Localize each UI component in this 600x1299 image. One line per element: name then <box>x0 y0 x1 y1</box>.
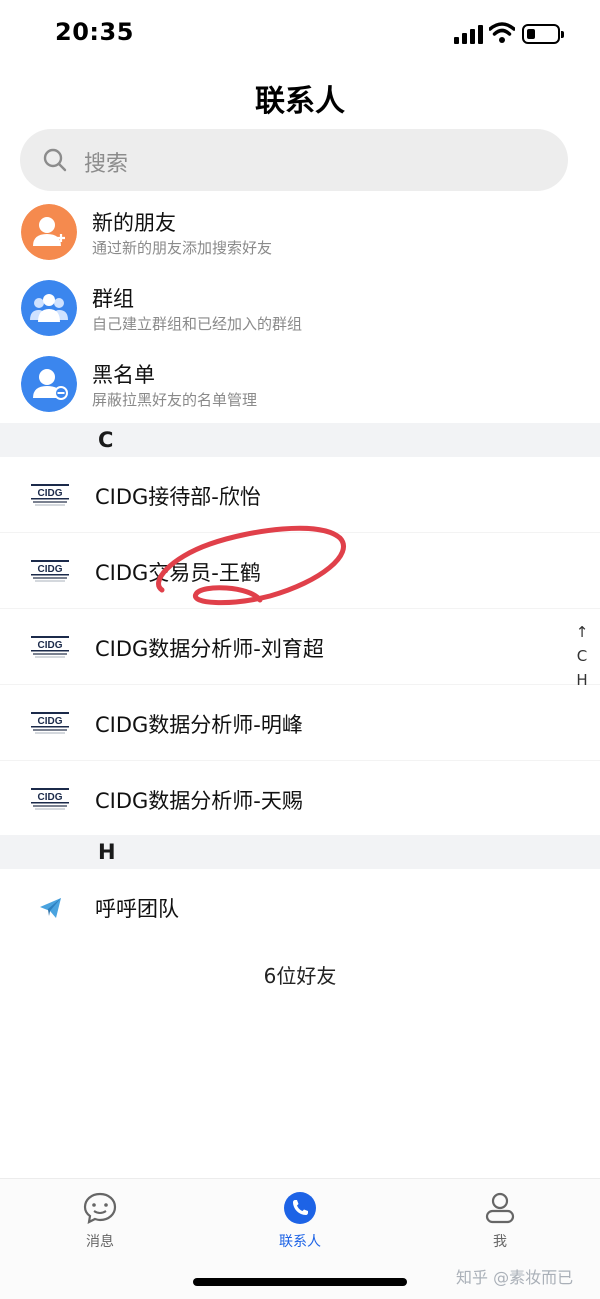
contact-item[interactable]: 呼呼团队 <box>0 869 600 945</box>
search-input[interactable]: 搜索 <box>84 146 128 178</box>
contact-item[interactable]: CIDG CIDG交易员-王鹤 <box>0 533 600 609</box>
section-letter: H <box>98 840 116 864</box>
home-indicator <box>193 1278 407 1286</box>
search-bar[interactable]: 搜索 <box>20 129 568 191</box>
tab-messages[interactable]: 消息 <box>40 1191 160 1251</box>
tab-label: 我 <box>493 1234 507 1250</box>
friend-count: 6位好友 <box>263 964 337 988</box>
svg-text:CIDG: CIDG <box>38 640 63 651</box>
cidg-logo: CIDG <box>31 560 69 582</box>
contact-item[interactable]: CIDG CIDG接待部-欣怡 <box>0 457 600 533</box>
menu-item-title: 群组 <box>92 287 134 311</box>
contact-item[interactable]: CIDG CIDG数据分析师-刘育超 <box>0 609 600 685</box>
phone-icon <box>284 1192 316 1224</box>
svg-text:CIDG: CIDG <box>38 564 63 575</box>
tab-label: 联系人 <box>279 1234 321 1250</box>
contact-name: CIDG接待部-欣怡 <box>95 485 261 509</box>
contact-name: 呼呼团队 <box>95 897 179 921</box>
index-letter-h[interactable]: H <box>572 668 592 692</box>
blocklist-icon <box>21 356 77 412</box>
paper-plane-icon <box>40 898 61 918</box>
wifi-icon <box>489 22 515 43</box>
add-friend-icon <box>21 204 77 260</box>
status-bar: 20:35 <box>0 0 600 66</box>
contact-name: CIDG数据分析师-明峰 <box>95 713 303 737</box>
battery-icon <box>522 24 564 44</box>
tab-me[interactable]: 我 <box>440 1191 560 1251</box>
alphabet-index-bar[interactable]: ↑ C H <box>572 620 592 692</box>
menu-item-subtitle: 屏蔽拉黑好友的名单管理 <box>92 391 258 409</box>
contact-item[interactable]: CIDG CIDG数据分析师-明峰 <box>0 685 600 761</box>
menu-item-subtitle: 通过新的朋友添加搜索好友 <box>92 239 273 257</box>
section-header-h: H <box>0 835 600 869</box>
signal-icon <box>454 24 484 44</box>
contact-name: CIDG数据分析师-天赐 <box>95 789 303 813</box>
blocklist-item[interactable]: 黑名单 屏蔽拉黑好友的名单管理 <box>0 351 600 427</box>
chat-bubble-icon <box>83 1192 117 1224</box>
section-header-c: C <box>0 423 600 457</box>
new-friends-item[interactable]: 新的朋友 通过新的朋友添加搜索好友 <box>0 199 600 275</box>
svg-text:CIDG: CIDG <box>38 716 63 727</box>
tab-label: 消息 <box>86 1234 114 1250</box>
cidg-logo: CIDG <box>31 712 69 734</box>
contact-name: CIDG数据分析师-刘育超 <box>95 637 324 661</box>
cidg-logo: CIDG <box>31 636 69 658</box>
person-icon <box>485 1192 515 1224</box>
index-letter-c[interactable]: C <box>572 644 592 668</box>
page-title: 联系人 <box>255 84 345 119</box>
watermark: 知乎 @素妆而已 <box>456 1268 574 1287</box>
menu-item-title: 黑名单 <box>92 363 155 387</box>
cidg-logo: CIDG <box>31 484 69 506</box>
index-arrow[interactable]: ↑ <box>572 620 592 644</box>
status-time: 20:35 <box>55 18 134 46</box>
search-icon <box>43 148 67 172</box>
menu-item-title: 新的朋友 <box>92 211 176 235</box>
svg-text:CIDG: CIDG <box>38 488 63 499</box>
menu-item-subtitle: 自己建立群组和已经加入的群组 <box>92 315 303 333</box>
svg-text:CIDG: CIDG <box>38 792 63 803</box>
cidg-logo: CIDG <box>31 788 69 810</box>
section-letter: C <box>98 428 114 452</box>
groups-item[interactable]: 群组 自己建立群组和已经加入的群组 <box>0 275 600 351</box>
contact-item[interactable]: CIDG CIDG数据分析师-天赐 <box>0 761 600 837</box>
group-icon <box>21 280 77 336</box>
contact-name: CIDG交易员-王鹤 <box>95 561 261 585</box>
tab-contacts[interactable]: 联系人 <box>240 1191 360 1251</box>
